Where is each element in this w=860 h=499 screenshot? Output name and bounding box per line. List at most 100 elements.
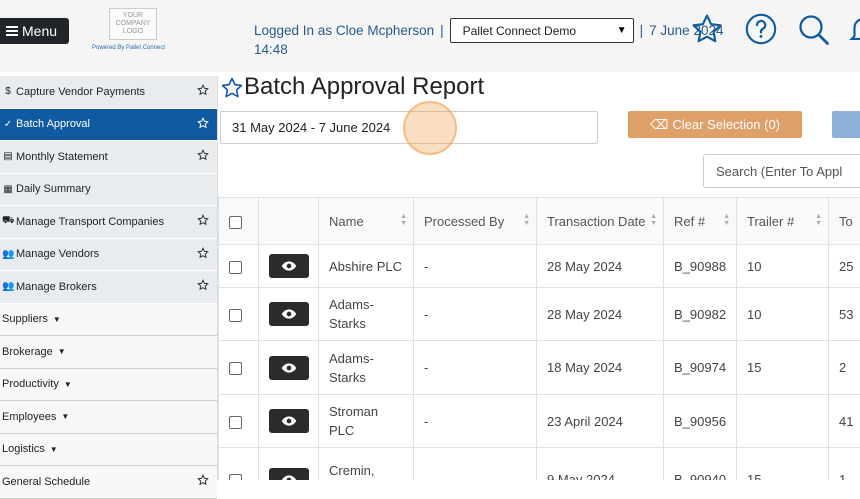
column-header-name[interactable]: Name▲▼ (319, 198, 414, 245)
favourite-star-icon[interactable] (220, 76, 244, 105)
sidebar-group-brokerage[interactable]: Brokerage ▼ (0, 336, 217, 369)
cell-date: 18 May 2024 (537, 341, 664, 395)
column-header-ref[interactable]: Ref #▲▼ (664, 198, 737, 245)
star-icon[interactable] (197, 117, 209, 132)
sort-icon: ▲▼ (815, 213, 822, 227)
chevron-down-icon: ▼ (617, 25, 627, 36)
star-icon[interactable] (197, 247, 209, 262)
sidebar-item-manage-vendors[interactable]: 👥 Manage Vendors (0, 239, 217, 272)
powered-by-text: Powered By Pallet Connect (92, 45, 165, 51)
top-header: Menu YOURCOMPANYLOGO Powered By Pallet C… (0, 0, 860, 72)
sidebar-group-label: Employees (2, 411, 56, 423)
eye-icon (281, 362, 297, 374)
cell-ref: B_90940 (664, 448, 737, 481)
sidebar-item-manage-brokers[interactable]: 👥 Manage Brokers (0, 271, 217, 304)
separator: | (640, 23, 644, 38)
column-header-transaction-date[interactable]: Transaction Date▲▼ (537, 198, 664, 245)
row-checkbox[interactable] (229, 309, 242, 322)
batch-table: Name▲▼ Processed By▲▼ Transaction Date▲▼… (218, 197, 860, 480)
table-row: Adams-Starks - 28 May 2024 B_90982 10 53 (219, 288, 860, 341)
organisation-select[interactable]: Pallet Connect Demo ▼ (450, 18, 634, 43)
help-icon[interactable] (744, 12, 778, 51)
star-icon[interactable] (197, 149, 209, 164)
search-icon[interactable] (796, 12, 832, 53)
row-checkbox[interactable] (229, 362, 242, 375)
cell-processed-by: - (414, 341, 537, 395)
cell-name: Adams-Starks (319, 341, 414, 395)
users-icon: 👥 (2, 249, 14, 260)
sidebar-item-daily-summary[interactable]: ▦ Daily Summary (0, 174, 217, 207)
search-input[interactable]: Search (Enter To Appl (703, 154, 860, 188)
sidebar-group-suppliers[interactable]: Suppliers▼ (0, 304, 217, 337)
sidebar-group-general-schedule[interactable]: General Schedule (0, 466, 217, 499)
organisation-select-value: Pallet Connect Demo (463, 24, 576, 38)
sidebar-nav: $ Capture Vendor Payments ✓ Batch Approv… (0, 76, 218, 480)
star-icon[interactable] (197, 474, 209, 489)
row-checkbox[interactable] (229, 474, 242, 480)
row-checkbox[interactable] (229, 261, 242, 274)
caret-down-icon: ▼ (58, 347, 66, 356)
sidebar-item-batch-approval[interactable]: ✓ Batch Approval (0, 109, 217, 142)
dollar-icon: $ (2, 86, 14, 97)
cell-processed-by: - (414, 288, 537, 341)
action-button[interactable] (832, 111, 860, 138)
sort-icon: ▲▼ (650, 213, 657, 227)
sidebar-item-label: Batch Approval (16, 118, 90, 130)
clear-selection-label: Clear Selection (0) (672, 117, 780, 132)
cell-total: 53 (829, 288, 860, 341)
cell-trailer (737, 395, 829, 448)
users-icon: 👥 (2, 281, 14, 292)
cell-date: 9 May 2024 (537, 448, 664, 481)
caret-down-icon: ▼ (53, 315, 61, 324)
view-button[interactable] (269, 468, 309, 481)
column-header-trailer[interactable]: Trailer #▲▼ (737, 198, 829, 245)
view-button[interactable] (269, 409, 309, 433)
cell-ref: B_90982 (664, 288, 737, 341)
column-header-processed-by[interactable]: Processed By▲▼ (414, 198, 537, 245)
eye-icon (281, 308, 297, 320)
date-range-input[interactable]: 31 May 2024 - 7 June 2024 (220, 111, 598, 144)
cell-ref: B_90988 (664, 245, 737, 288)
select-all-checkbox[interactable] (229, 216, 242, 229)
select-all-cell (219, 198, 259, 245)
truck-icon: ⛟ (2, 215, 14, 228)
list-icon: ▤ (2, 151, 14, 162)
view-column-header (259, 198, 319, 245)
star-icon[interactable] (197, 214, 209, 229)
table-row: Adams-Starks - 18 May 2024 B_90974 15 2 (219, 341, 860, 395)
sidebar-group-label: General Schedule (2, 476, 90, 488)
view-button[interactable] (269, 302, 309, 326)
sidebar-item-capture-vendor-payments[interactable]: $ Capture Vendor Payments (0, 76, 217, 109)
sidebar-item-label: Monthly Statement (16, 151, 108, 163)
star-icon[interactable] (690, 12, 724, 51)
view-button[interactable] (269, 356, 309, 380)
cell-total: 41 (829, 395, 860, 448)
bell-icon[interactable] (846, 12, 860, 51)
clear-selection-button[interactable]: ⌫ Clear Selection (0) (628, 111, 802, 138)
login-info: Logged In as Cloe Mcpherson | Pallet Con… (254, 18, 723, 43)
sidebar-group-employees[interactable]: Employees▼ (0, 401, 217, 434)
cell-processed-by: - (414, 245, 537, 288)
hamburger-icon (6, 24, 18, 38)
view-button[interactable] (269, 254, 309, 278)
sidebar-item-manage-transport-companies[interactable]: ⛟ Manage Transport Companies (0, 206, 217, 239)
sidebar-group-logistics[interactable]: Logistics▼ (0, 434, 217, 467)
sidebar-group-label: Brokerage (2, 346, 53, 358)
cell-name: Cremin, Littel and (319, 448, 414, 481)
sidebar-item-monthly-statement[interactable]: ▤ Monthly Statement (0, 141, 217, 174)
eye-icon (281, 415, 297, 427)
column-header-total[interactable]: To (829, 198, 860, 245)
eye-icon (281, 474, 297, 481)
menu-button[interactable]: Menu (0, 18, 69, 44)
sort-icon: ▲▼ (400, 213, 407, 227)
cell-date: 28 May 2024 (537, 288, 664, 341)
cell-processed-by (414, 448, 537, 481)
sidebar-group-productivity[interactable]: Productivity▼ (0, 369, 217, 402)
row-checkbox[interactable] (229, 416, 242, 429)
cell-trailer: 10 (737, 288, 829, 341)
cell-date: 28 May 2024 (537, 245, 664, 288)
cell-date: 23 April 2024 (537, 395, 664, 448)
cell-ref: B_90974 (664, 341, 737, 395)
star-icon[interactable] (197, 84, 209, 99)
star-icon[interactable] (197, 279, 209, 294)
